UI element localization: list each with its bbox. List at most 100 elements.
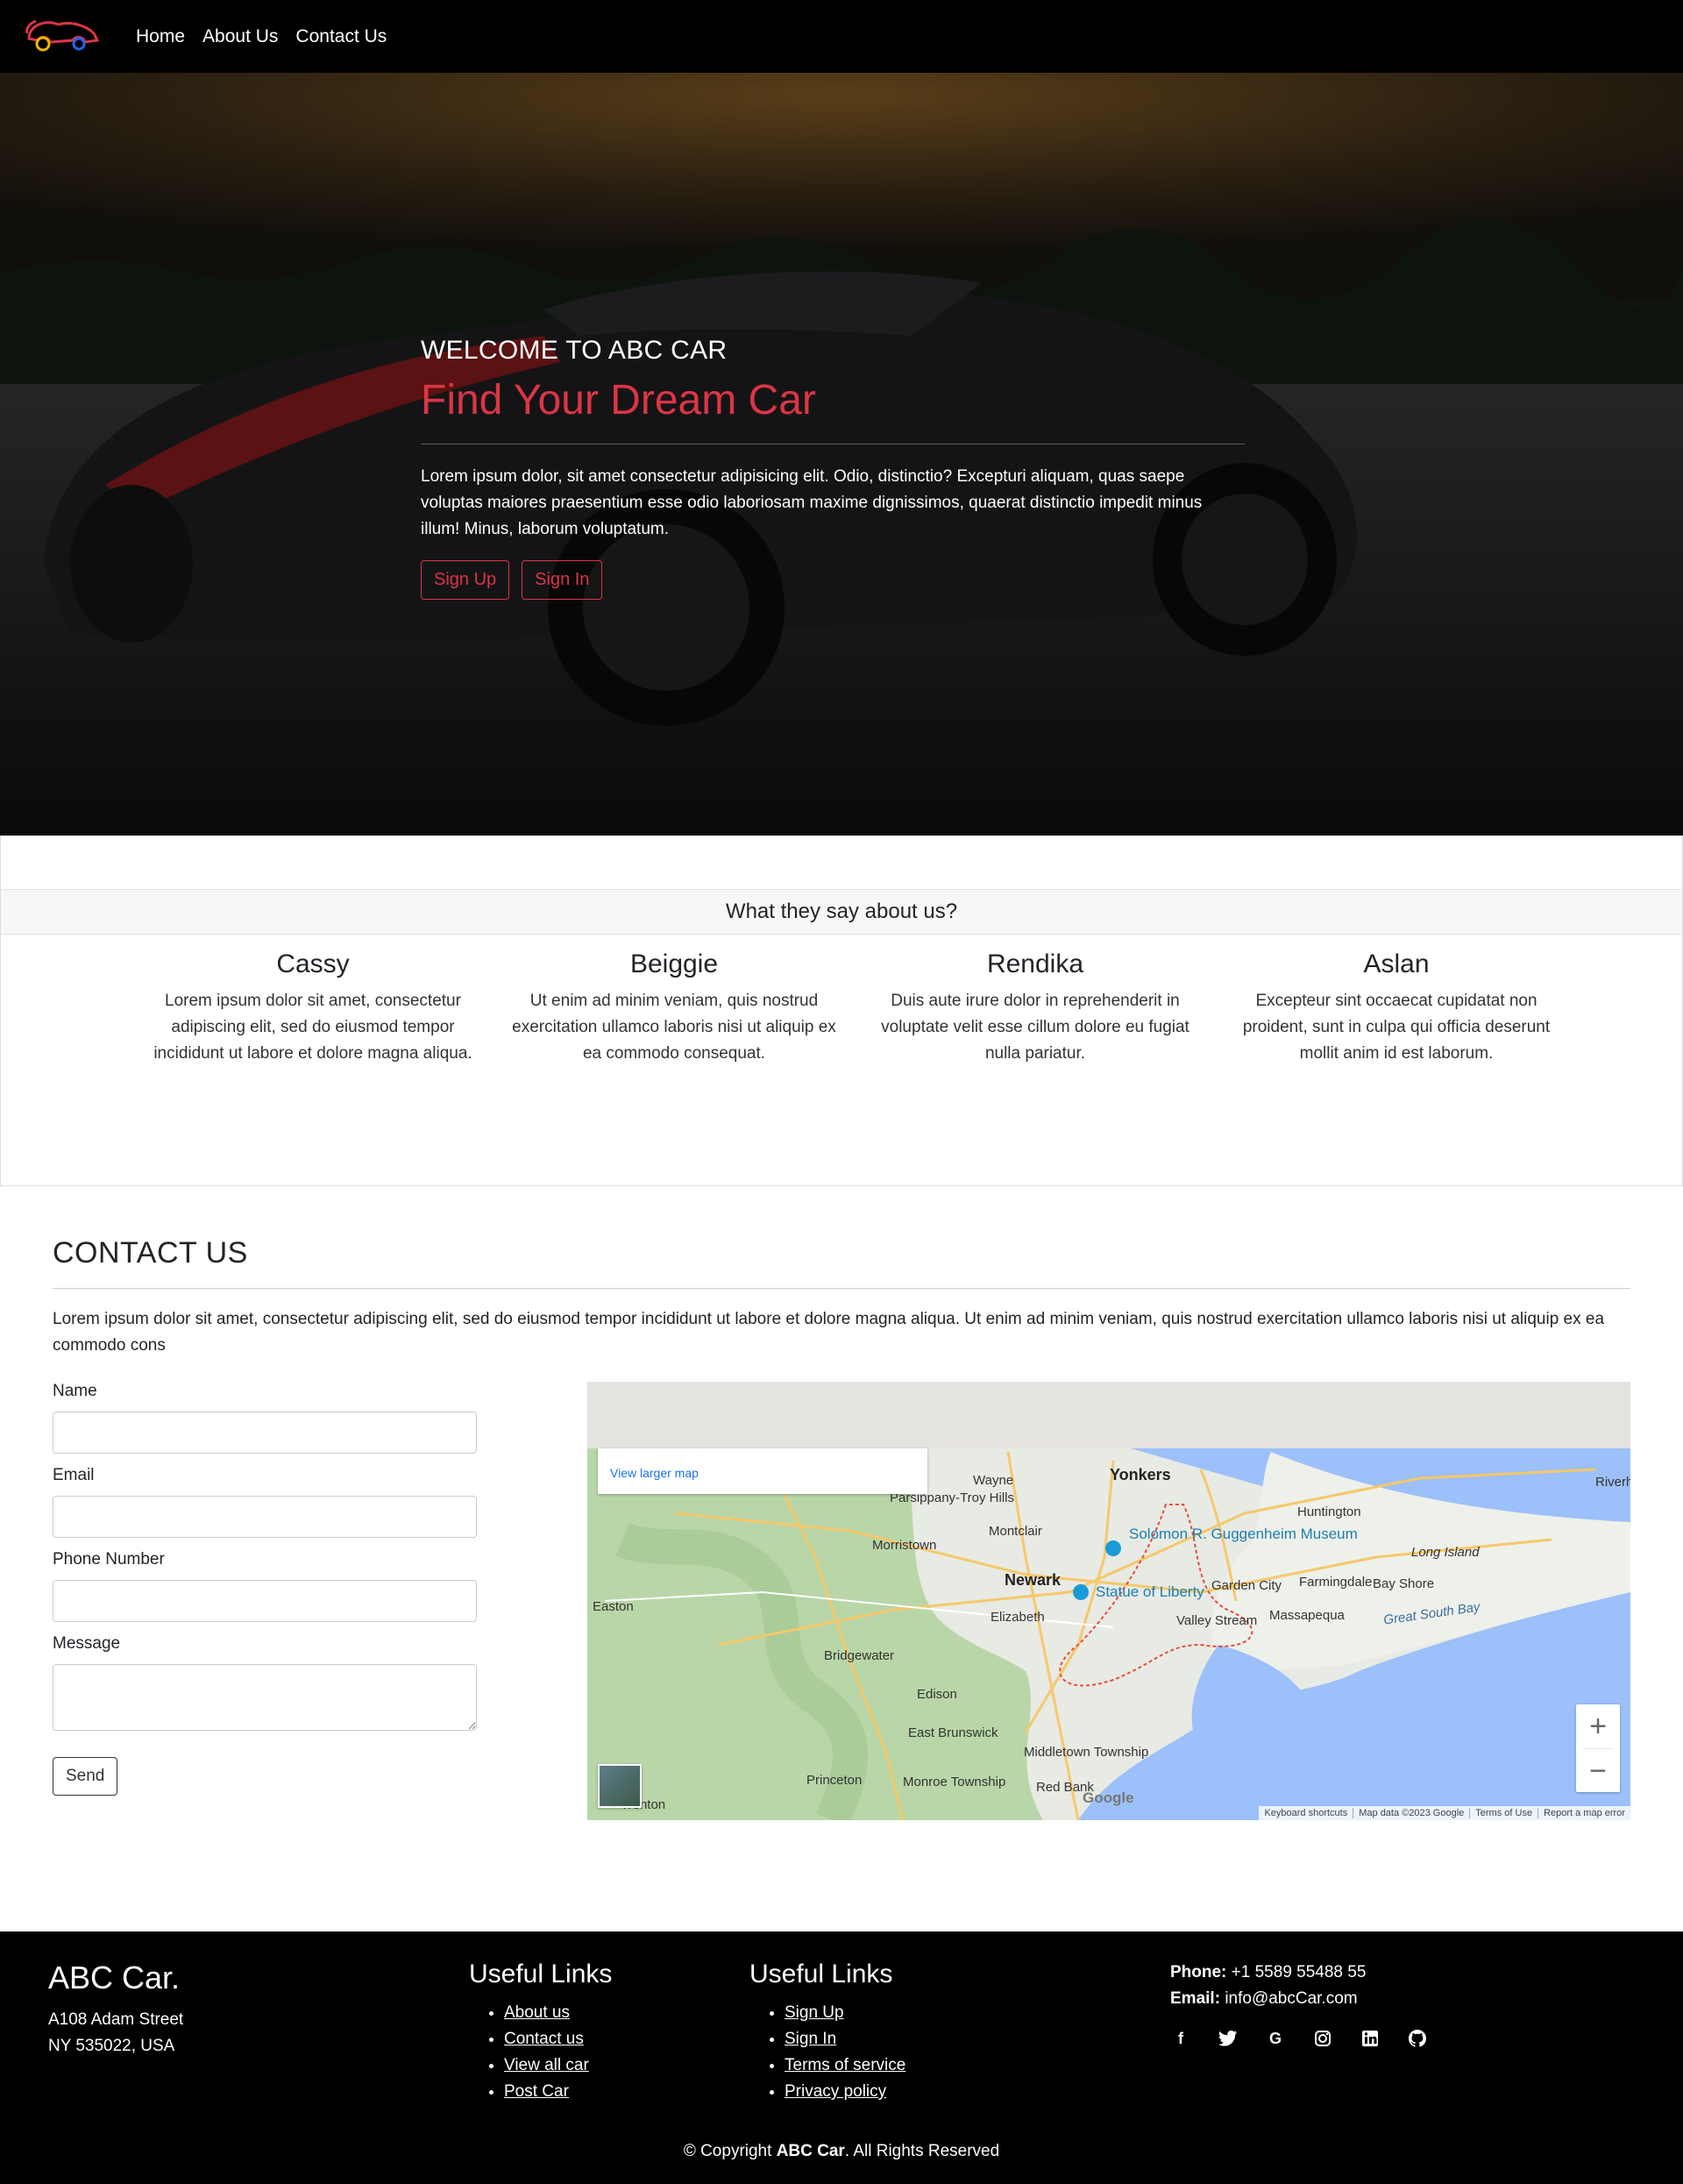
footer-col1-title: Useful Links xyxy=(469,1960,613,1988)
map-label: Easton xyxy=(593,1599,634,1614)
email-field[interactable] xyxy=(53,1496,477,1538)
linkedin-icon[interactable] xyxy=(1360,2028,1381,2049)
hero-buttons: Sign Up Sign In xyxy=(421,560,1245,600)
google-icon[interactable]: G xyxy=(1265,2028,1286,2049)
facebook-icon[interactable]: f xyxy=(1170,2028,1191,2049)
footer: ABC Car. A108 Adam Street NY 535022, USA… xyxy=(0,1931,1683,2184)
map-label: East Brunswick xyxy=(908,1725,998,1740)
name-label: Name xyxy=(53,1382,97,1400)
testimonial-item: Aslan Excepteur sint occaecat cupidatat … xyxy=(1216,950,1577,1067)
map-zoom-control: + − xyxy=(1576,1704,1620,1792)
signin-button[interactable]: Sign In xyxy=(522,560,603,600)
logo-icon[interactable] xyxy=(24,16,99,56)
footer-link-view-all-car[interactable]: View all car xyxy=(504,2056,589,2074)
testimonials-heading: What they say about us? xyxy=(1,889,1682,935)
phone-field[interactable] xyxy=(53,1580,477,1622)
footer-link-sign-in[interactable]: Sign In xyxy=(785,2030,836,2048)
testimonial-text: Ut enim ad minim veniam, quis nostrud ex… xyxy=(512,992,836,1063)
footer-phone: Phone: +1 5589 55488 55 xyxy=(1170,1960,1366,1986)
map-label: Monroe Township xyxy=(903,1775,1006,1789)
list-item: Privacy policy xyxy=(785,2079,905,2105)
map-label: Edison xyxy=(917,1687,957,1702)
footer-col2-list: Sign Up Sign In Terms of service Privacy… xyxy=(749,2000,905,2105)
google-logo: Google xyxy=(1083,1789,1134,1806)
zoom-out-button[interactable]: − xyxy=(1576,1749,1620,1793)
hero-divider xyxy=(421,444,1245,445)
footer-email: Email: info@abcCar.com xyxy=(1170,1986,1366,2012)
github-icon[interactable] xyxy=(1407,2028,1428,2049)
phone-value: +1 5589 55488 55 xyxy=(1231,1963,1367,1981)
testimonial-name: Rendika xyxy=(986,950,1084,978)
terms-of-use-link[interactable]: Terms of Use xyxy=(1469,1808,1537,1818)
map-label: Newark xyxy=(1005,1571,1062,1589)
social-links: f G xyxy=(1170,2028,1428,2049)
map-label: Morristown xyxy=(872,1538,937,1553)
testimonials-section: What they say about us? Cassy Lorem ipsu… xyxy=(0,836,1683,1186)
nav-about-us[interactable]: About Us xyxy=(202,26,278,47)
hero-description: Lorem ipsum dolor, sit amet consectetur … xyxy=(421,467,1203,538)
footer-link-sign-up[interactable]: Sign Up xyxy=(785,2003,844,2022)
footer-address: A108 Adam Street NY 535022, USA xyxy=(48,2007,183,2060)
footer-link-about-us[interactable]: About us xyxy=(504,2003,570,2022)
hero-welcome-text: WELCOME TO ABC CAR xyxy=(421,336,728,365)
footer-link-privacy[interactable]: Privacy policy xyxy=(785,2082,886,2101)
footer-link-post-car[interactable]: Post Car xyxy=(504,2082,569,2101)
footer-copyright: © Copyright ABC Car. All Rights Reserved xyxy=(0,2142,1683,2161)
map-label: Massapequa xyxy=(1269,1608,1345,1623)
twitter-icon[interactable] xyxy=(1218,2028,1239,2049)
testimonial-item: Cassy Lorem ipsum dolor sit amet, consec… xyxy=(132,950,494,1067)
footer-links-col1: Useful Links About us Contact us View al… xyxy=(469,1960,612,2105)
list-item: Sign In xyxy=(785,2026,905,2052)
signup-button[interactable]: Sign Up xyxy=(421,560,510,600)
email-label: Email: xyxy=(1170,1989,1221,2008)
map-label: Huntington xyxy=(1297,1505,1361,1519)
map-label: Bay Shore xyxy=(1373,1576,1435,1591)
contact-form: Name Email Phone Number Message Send xyxy=(53,1382,477,1796)
message-field[interactable] xyxy=(53,1664,477,1731)
footer-contact-info: Phone: +1 5589 55488 55 Email: info@abcC… xyxy=(1170,1960,1366,2012)
phone-label: Phone Number xyxy=(53,1550,165,1569)
keyboard-shortcuts-link[interactable]: Keyboard shortcuts xyxy=(1259,1808,1353,1818)
map-satellite-toggle[interactable] xyxy=(598,1764,642,1808)
map-attribution: Keyboard shortcuts Map data ©2023 Google… xyxy=(1259,1806,1630,1820)
footer-col2-title: Useful Links xyxy=(749,1960,893,1988)
testimonial-name: Beiggie xyxy=(629,950,719,978)
footer-links-col2: Useful Links Sign Up Sign In Terms of se… xyxy=(749,1960,905,2105)
map-label: Valley Stream xyxy=(1176,1613,1258,1628)
list-item: Contact us xyxy=(504,2026,612,2052)
nav-home[interactable]: Home xyxy=(136,26,185,47)
nav-links: Home About Us Contact Us xyxy=(136,0,387,73)
testimonial-item: Beiggie Ut enim ad minim veniam, quis no… xyxy=(494,950,855,1067)
footer-col1-list: About us Contact us View all car Post Ca… xyxy=(469,2000,612,2105)
nav-contact-us[interactable]: Contact Us xyxy=(295,26,387,47)
footer-link-terms[interactable]: Terms of service xyxy=(785,2056,905,2074)
name-field[interactable] xyxy=(53,1412,477,1454)
phone-label: Phone: xyxy=(1170,1963,1227,1981)
navbar: Home About Us Contact Us xyxy=(0,0,1683,73)
map-label: Princeton xyxy=(806,1773,863,1788)
send-button[interactable]: Send xyxy=(53,1757,118,1796)
map-label: Wayne xyxy=(973,1473,1014,1488)
google-map[interactable]: Yonkers Wayne Parsippany-Troy Hills Morr… xyxy=(587,1382,1630,1820)
view-larger-map-link[interactable]: View larger map xyxy=(598,1448,927,1494)
testimonial-text: Excepteur sint occaecat cupidatat non pr… xyxy=(1242,992,1551,1063)
zoom-in-button[interactable]: + xyxy=(1576,1704,1620,1748)
testimonials-list: Cassy Lorem ipsum dolor sit amet, consec… xyxy=(132,950,1577,1067)
report-map-error-link[interactable]: Report a map error xyxy=(1537,1808,1630,1818)
map-label: Solomon R. Guggenheim Museum xyxy=(1129,1526,1358,1542)
email-value: info@abcCar.com xyxy=(1225,1989,1358,2008)
footer-link-contact-us[interactable]: Contact us xyxy=(504,2030,584,2048)
copyright-suffix: . All Rights Reserved xyxy=(844,2142,1000,2160)
testimonial-name: Aslan xyxy=(1363,950,1430,978)
map-label: Montclair xyxy=(989,1524,1042,1539)
list-item: Sign Up xyxy=(785,2000,905,2026)
footer-address-line2: NY 535022, USA xyxy=(48,2037,175,2055)
list-item: Terms of service xyxy=(785,2052,905,2079)
map-label: Long Island xyxy=(1411,1545,1480,1560)
map-label: Farmingdale xyxy=(1299,1575,1373,1590)
hero-title: Find Your Dream Car xyxy=(421,377,816,423)
instagram-icon[interactable] xyxy=(1312,2028,1333,2049)
hero-section: WELCOME TO ABC CAR Find Your Dream Car L… xyxy=(0,73,1683,836)
map-label: Statue of Liberty xyxy=(1096,1583,1204,1600)
map-label: Bridgewater xyxy=(824,1648,895,1663)
